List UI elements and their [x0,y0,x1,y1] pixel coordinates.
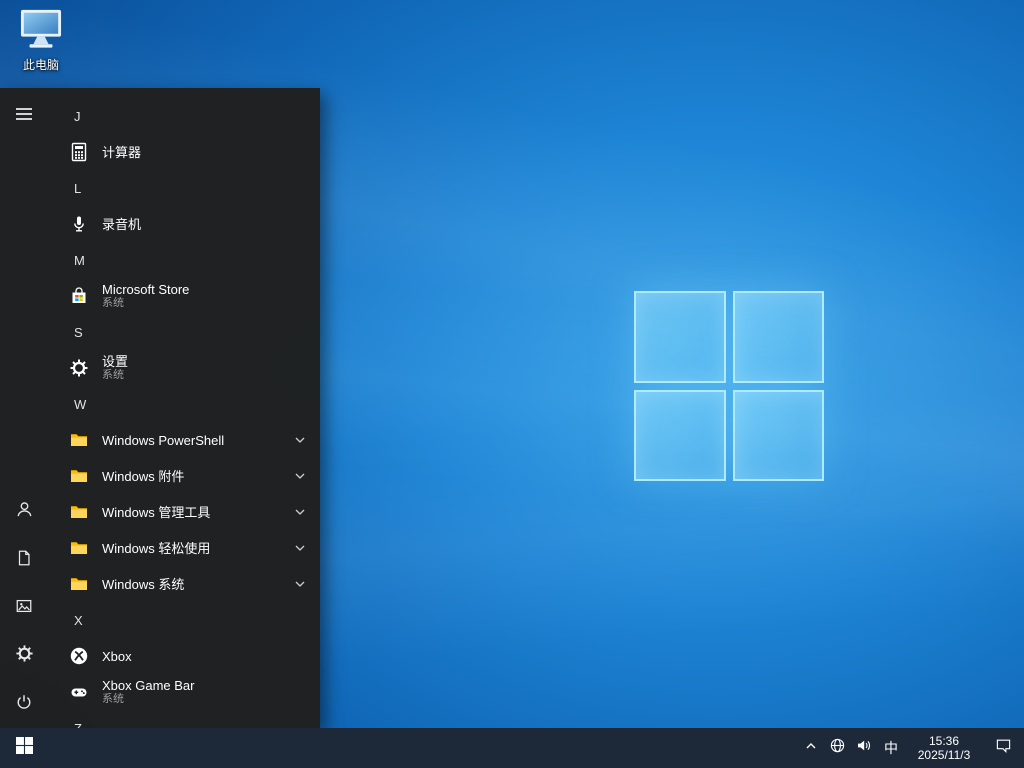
app-list-folder-windows-system[interactable]: Windows 系统 [48,566,320,602]
section-letter: W [74,396,87,412]
app-label: Windows 附件 [102,468,185,484]
start-menu-rail [0,88,48,728]
folder-icon [68,429,90,451]
xbox-icon [68,645,90,667]
ime-indicator[interactable]: 中 [876,728,906,768]
settings-button[interactable] [0,632,48,680]
desktop: 此电脑 J 计算器 L 录音机 M Microsoft Store 系统 S 设… [0,0,1024,768]
expand-menu-button[interactable] [0,92,48,140]
settings-gear-icon [68,357,90,379]
document-icon [15,549,33,572]
app-list-item-xbox[interactable]: Xbox [48,638,320,674]
folder-icon [68,573,90,595]
app-list-section-header-M[interactable]: M [48,242,320,278]
start-menu-app-list: J 计算器 L 录音机 M Microsoft Store 系统 S 设置 系统… [48,88,320,728]
documents-button[interactable] [0,536,48,584]
action-center-icon [995,737,1012,759]
wallpaper-logo-pane [732,389,824,481]
section-letter: M [74,252,85,268]
pictures-button[interactable] [0,584,48,632]
ime-label: 中 [884,740,898,756]
section-letter: L [74,180,82,196]
start-button[interactable] [0,728,48,768]
app-list-item-settings[interactable]: 设置 系统 [48,350,320,386]
windows-logo-icon [15,737,33,759]
network-globe-icon [829,737,846,759]
taskbar-clock[interactable]: 15:36 2025/11/3 [906,728,982,768]
app-sublabel: 系统 [102,369,124,381]
calculator-icon [68,141,90,163]
this-pc-icon [18,8,64,55]
section-letter: Z [74,720,82,729]
desktop-icon-label: 此电脑 [22,58,59,72]
clock-date: 2025/11/3 [917,748,971,762]
app-list-item-calculator[interactable]: 计算器 [48,134,320,170]
app-label: Xbox [102,648,132,664]
app-list-section-header-L[interactable]: L [48,170,320,206]
app-list-folder-windows-accessories[interactable]: Windows 附件 [48,458,320,494]
microphone-icon [68,213,90,235]
desktop-icon-this-pc[interactable]: 此电脑 [8,8,74,73]
app-list-section-header-J[interactable]: J [48,98,320,134]
chevron-down-icon[interactable] [294,578,306,590]
chevron-up-icon [804,739,818,758]
app-label: Windows 轻松使用 [102,540,211,556]
start-menu: J 计算器 L 录音机 M Microsoft Store 系统 S 设置 系统… [0,88,320,728]
user-icon [15,500,34,524]
app-sublabel: 系统 [102,297,124,309]
app-list-section-header-X[interactable]: X [48,602,320,638]
rail-bottom-group [0,488,48,728]
section-letter: J [74,108,81,124]
action-center-button[interactable] [982,728,1024,768]
app-label: 录音机 [102,216,142,232]
app-list-section-header-W[interactable]: W [48,386,320,422]
app-list-item-microsoft-store[interactable]: Microsoft Store 系统 [48,278,320,314]
wallpaper-logo-pane [634,389,726,481]
section-letter: X [74,612,83,628]
chevron-down-icon[interactable] [294,542,306,554]
app-sublabel: 系统 [102,693,124,705]
volume-icon [855,737,872,759]
power-button[interactable] [0,680,48,728]
app-label: Microsoft Store [102,282,190,297]
app-label: Xbox Game Bar [102,678,195,693]
user-account-button[interactable] [0,488,48,536]
hamburger-icon [15,105,33,128]
xbox-gamebar-icon [68,681,90,703]
store-icon [68,285,90,307]
app-list-folder-powershell[interactable]: Windows PowerShell [48,422,320,458]
pictures-icon [15,597,33,620]
folder-icon [68,501,90,523]
gear-icon [15,644,34,668]
chevron-down-icon[interactable] [294,506,306,518]
taskbar: 中 15:36 2025/11/3 [0,728,1024,768]
app-list-item-xbox-game-bar[interactable]: Xbox Game Bar 系统 [48,674,320,710]
app-list-folder-windows-ease-of-access[interactable]: Windows 轻松使用 [48,530,320,566]
network-status-button[interactable] [824,728,850,768]
app-label: 计算器 [102,144,142,160]
folder-icon [68,537,90,559]
app-label: 设置 [102,354,129,369]
power-icon [15,693,33,716]
wallpaper-logo-pane [634,291,726,383]
wallpaper-windows-logo [634,291,824,481]
app-label: Windows PowerShell [102,432,225,448]
app-label: Windows 系统 [102,576,185,592]
folder-icon [68,465,90,487]
app-list-folder-windows-admin-tools[interactable]: Windows 管理工具 [48,494,320,530]
system-tray: 中 15:36 2025/11/3 [798,728,1024,768]
volume-button[interactable] [850,728,876,768]
clock-time: 15:36 [928,734,960,748]
app-label: Windows 管理工具 [102,504,211,520]
wallpaper-logo-pane [732,291,824,383]
app-list-section-header-Z[interactable]: Z [48,710,320,729]
show-hidden-icons-button[interactable] [798,728,824,768]
chevron-down-icon[interactable] [294,470,306,482]
taskbar-empty-area [48,728,798,768]
app-list-section-header-S[interactable]: S [48,314,320,350]
section-letter: S [74,324,83,340]
app-list-item-voice-recorder[interactable]: 录音机 [48,206,320,242]
chevron-down-icon[interactable] [294,434,306,446]
